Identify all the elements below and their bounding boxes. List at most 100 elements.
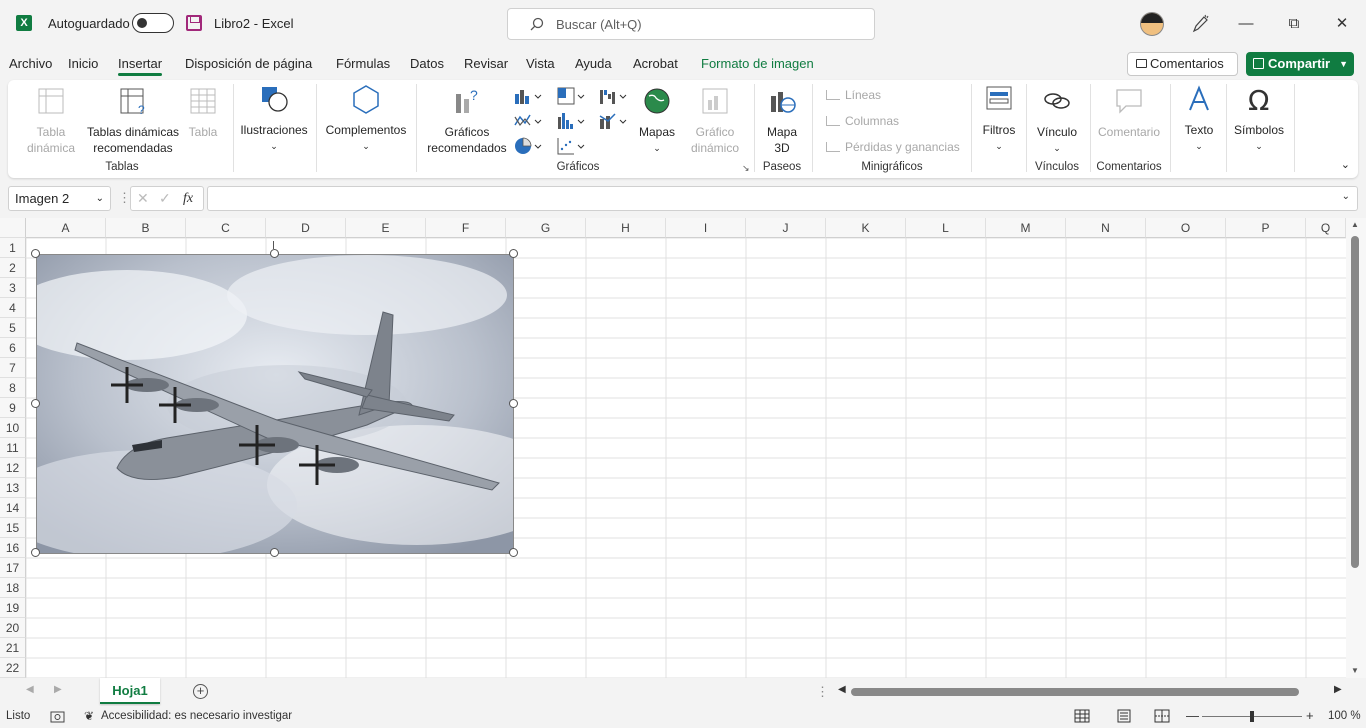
- tab-inicio[interactable]: Inicio: [68, 56, 98, 71]
- column-header-a[interactable]: A: [26, 218, 106, 238]
- tab-disposicion[interactable]: Disposición de página: [185, 56, 312, 71]
- accessibility-icon[interactable]: ❦: [84, 709, 94, 723]
- row-header-2[interactable]: 2: [0, 258, 26, 278]
- splitter-icon[interactable]: ⋮: [816, 684, 829, 700]
- row-header-4[interactable]: 4: [0, 298, 26, 318]
- column-header-b[interactable]: B: [106, 218, 186, 238]
- row-header-10[interactable]: 10: [0, 418, 26, 438]
- maps-button[interactable]: Mapas ⌄: [632, 86, 682, 156]
- recommended-charts-button[interactable]: ? Gráficos recomendados: [422, 86, 512, 156]
- close-icon[interactable]: ✕: [1330, 12, 1354, 36]
- accessibility-status[interactable]: Accesibilidad: es necesario investigar: [101, 710, 292, 722]
- resize-handle-w[interactable]: [31, 399, 40, 408]
- scroll-down-icon[interactable]: ▼: [1351, 666, 1359, 675]
- pivot-table-button[interactable]: Tabla dinámica: [18, 86, 84, 156]
- designer-pen-icon[interactable]: [1190, 14, 1210, 34]
- comments-button[interactable]: Comentarios: [1127, 52, 1238, 76]
- symbols-button[interactable]: Ω Símbolos ⌄: [1230, 84, 1288, 154]
- row-header-19[interactable]: 19: [0, 598, 26, 618]
- collapse-ribbon-icon[interactable]: ⌄: [1341, 158, 1350, 171]
- recommended-pivot-button[interactable]: ? Tablas dinámicas recomendadas: [86, 86, 180, 156]
- save-icon[interactable]: [186, 15, 202, 31]
- illustrations-button[interactable]: Ilustraciones ⌄: [238, 84, 310, 154]
- sparkline-lines-button[interactable]: Líneas: [826, 88, 881, 102]
- pie-chart-icon[interactable]: [513, 136, 545, 156]
- column-header-i[interactable]: I: [666, 218, 746, 238]
- page-layout-view-icon[interactable]: [1116, 709, 1132, 723]
- scroll-left-icon[interactable]: ◀: [838, 684, 846, 695]
- tab-ayuda[interactable]: Ayuda: [575, 56, 612, 71]
- row-header-17[interactable]: 17: [0, 558, 26, 578]
- column-header-h[interactable]: H: [586, 218, 666, 238]
- new-comment-button[interactable]: Comentario: [1094, 86, 1164, 140]
- scatter-chart-icon[interactable]: [556, 136, 588, 156]
- row-header-20[interactable]: 20: [0, 618, 26, 638]
- row-header-18[interactable]: 18: [0, 578, 26, 598]
- normal-view-icon[interactable]: [1074, 709, 1090, 723]
- column-header-d[interactable]: D: [266, 218, 346, 238]
- row-header-6[interactable]: 6: [0, 338, 26, 358]
- tab-vista[interactable]: Vista: [526, 56, 555, 71]
- chevron-down-icon[interactable]: ▼: [1339, 52, 1348, 76]
- pivot-chart-button[interactable]: Gráfico dinámico: [682, 86, 748, 156]
- prev-sheet-icon[interactable]: ◀: [26, 684, 34, 695]
- selected-image[interactable]: [36, 254, 514, 554]
- resize-handle-sw[interactable]: [31, 548, 40, 557]
- name-box[interactable]: Imagen 2 ⌄: [8, 186, 111, 211]
- vertical-scroll-thumb[interactable]: [1351, 236, 1359, 568]
- add-sheet-icon[interactable]: +: [193, 684, 208, 699]
- zoom-level[interactable]: 100 %: [1328, 710, 1361, 722]
- row-header-22[interactable]: 22: [0, 658, 26, 678]
- row-header-9[interactable]: 9: [0, 398, 26, 418]
- column-chart-icon[interactable]: [513, 86, 545, 106]
- cancel-icon[interactable]: ✕: [137, 187, 149, 210]
- addins-button[interactable]: Complementos ⌄: [322, 84, 410, 154]
- insert-function-icon[interactable]: fx: [183, 187, 193, 210]
- scroll-up-icon[interactable]: ▲: [1351, 220, 1359, 229]
- row-header-21[interactable]: 21: [0, 638, 26, 658]
- sparkline-columns-button[interactable]: Columnas: [826, 114, 899, 128]
- map-3d-button[interactable]: Mapa 3D: [760, 86, 804, 156]
- select-all-corner[interactable]: [0, 218, 26, 238]
- zoom-out-icon[interactable]: —: [1186, 708, 1199, 723]
- formula-input[interactable]: ⌄: [207, 186, 1358, 211]
- minimize-icon[interactable]: —: [1234, 12, 1258, 36]
- waterfall-chart-icon[interactable]: [598, 86, 630, 106]
- sparkline-winloss-button[interactable]: Pérdidas y ganancias: [826, 140, 960, 154]
- enter-check-icon[interactable]: ✓: [159, 187, 171, 210]
- autosave-toggle[interactable]: [132, 13, 174, 33]
- column-header-q[interactable]: Q: [1306, 218, 1346, 238]
- statistic-chart-icon[interactable]: [556, 111, 588, 131]
- combo-chart-icon[interactable]: [598, 111, 630, 131]
- column-header-n[interactable]: N: [1066, 218, 1146, 238]
- tab-formulas[interactable]: Fórmulas: [336, 56, 390, 71]
- row-header-14[interactable]: 14: [0, 498, 26, 518]
- scroll-right-icon[interactable]: ▶: [1334, 684, 1342, 695]
- row-header-3[interactable]: 3: [0, 278, 26, 298]
- column-header-c[interactable]: C: [186, 218, 266, 238]
- row-header-13[interactable]: 13: [0, 478, 26, 498]
- column-header-p[interactable]: P: [1226, 218, 1306, 238]
- row-header-11[interactable]: 11: [0, 438, 26, 458]
- page-break-view-icon[interactable]: [1154, 709, 1170, 723]
- tab-acrobat[interactable]: Acrobat: [633, 56, 678, 71]
- column-header-g[interactable]: G: [506, 218, 586, 238]
- column-header-m[interactable]: M: [986, 218, 1066, 238]
- chevron-down-icon[interactable]: ⌄: [96, 187, 104, 210]
- zoom-slider-thumb[interactable]: [1250, 711, 1254, 722]
- column-header-f[interactable]: F: [426, 218, 506, 238]
- resize-handle-se[interactable]: [509, 548, 518, 557]
- resize-handle-nw[interactable]: [31, 249, 40, 258]
- chevron-down-icon[interactable]: ⌄: [1342, 191, 1350, 202]
- column-header-k[interactable]: K: [826, 218, 906, 238]
- tab-datos[interactable]: Datos: [410, 56, 444, 71]
- horizontal-scroll-thumb[interactable]: [851, 688, 1299, 696]
- line-chart-icon[interactable]: [513, 111, 545, 131]
- macro-record-icon[interactable]: [50, 710, 66, 724]
- row-header-8[interactable]: 8: [0, 378, 26, 398]
- hierarchy-chart-icon[interactable]: [556, 86, 588, 106]
- column-header-j[interactable]: J: [746, 218, 826, 238]
- column-header-e[interactable]: E: [346, 218, 426, 238]
- share-button[interactable]: Compartir ▼: [1246, 52, 1354, 76]
- row-header-7[interactable]: 7: [0, 358, 26, 378]
